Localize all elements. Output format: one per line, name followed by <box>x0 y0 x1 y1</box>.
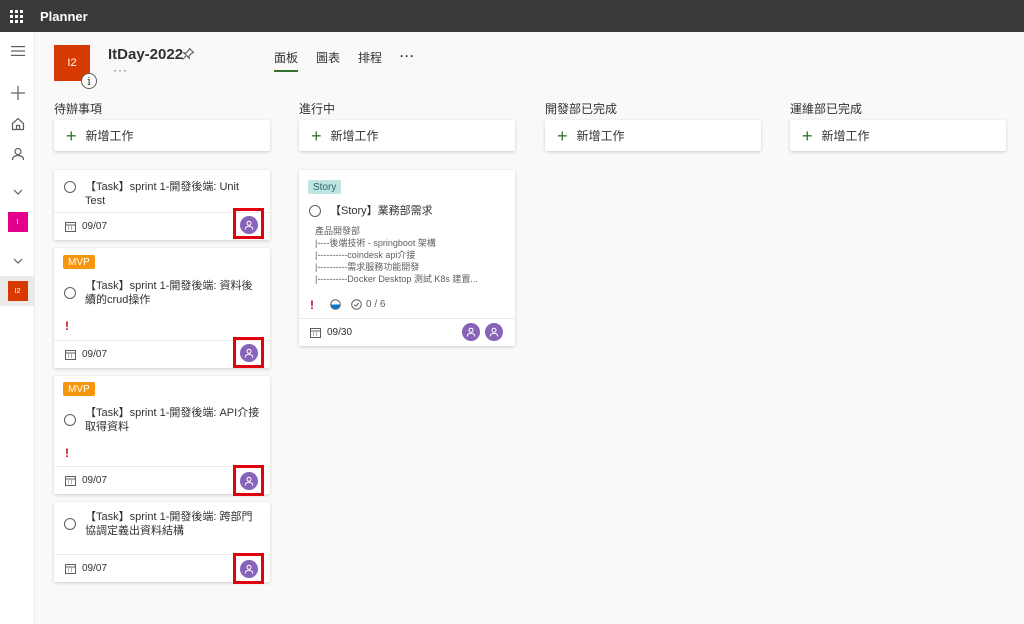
task-title: 【Task】sprint 1-開發後端: Unit Test <box>85 181 240 207</box>
plus-icon: + <box>802 125 813 146</box>
due-date: 09/07 <box>82 349 108 360</box>
hamburger-icon[interactable] <box>0 36 35 66</box>
plan-header: I2 i ItDay-2022 ··· 面板 圖表 排程 ··· <box>35 32 1024 90</box>
complete-checkbox[interactable] <box>309 205 321 217</box>
pin-icon[interactable] <box>181 47 195 64</box>
avatar[interactable] <box>240 560 258 578</box>
bucket-ops-done: 運維部已完成 + 新增工作 <box>790 90 1006 151</box>
add-task-label: 新增工作 <box>85 129 134 143</box>
complete-checkbox[interactable] <box>64 518 76 530</box>
label-chip: MVP <box>63 382 95 396</box>
priority-icon: ! <box>65 319 69 333</box>
left-rail: I I2 <box>0 32 35 624</box>
add-task-button[interactable]: + 新增工作 <box>790 120 1006 151</box>
plus-icon: + <box>311 125 322 146</box>
tab-schedule[interactable]: 排程 <box>358 49 382 72</box>
plan-more-button[interactable]: ··· <box>113 63 128 77</box>
checklist-status: 0 / 6 <box>351 299 385 310</box>
home-icon[interactable] <box>0 109 35 139</box>
due-date: 09/07 <box>82 563 108 574</box>
description-line: |----------coindesk api介接 <box>315 250 416 260</box>
task-card[interactable]: MVP 【Task】sprint 1-開發後端: API介接取得資料 ! 09/… <box>54 376 270 496</box>
add-task-label: 新增工作 <box>330 129 379 143</box>
view-tabs: 面板 圖表 排程 ··· <box>274 49 415 72</box>
app-title[interactable]: Planner <box>40 9 88 24</box>
avatar[interactable] <box>240 216 258 234</box>
bucket-in-progress: 進行中 + 新增工作 <box>299 90 515 151</box>
plan-title: ItDay-2022 <box>108 46 184 63</box>
add-task-button[interactable]: + 新增工作 <box>54 120 270 151</box>
calendar-icon <box>310 327 321 341</box>
label-chip: Story <box>308 180 342 194</box>
avatar[interactable] <box>485 323 503 341</box>
bucket-todo: 待辦事項 + 新增工作 <box>54 90 270 151</box>
tab-charts[interactable]: 圖表 <box>316 49 340 72</box>
task-description: 產品開發部 |----後端技術 - springboot 架構 |-------… <box>315 225 507 285</box>
due-date: 09/07 <box>82 221 108 232</box>
description-line: 產品開發部 <box>315 226 361 236</box>
plus-icon[interactable] <box>0 78 35 108</box>
complete-checkbox[interactable] <box>64 181 76 193</box>
card-footer: 09/30 <box>299 318 515 346</box>
checklist-icon <box>351 299 362 310</box>
plan-tile-initials: I <box>7 212 28 232</box>
info-icon[interactable]: i <box>81 73 97 89</box>
calendar-icon <box>65 475 76 489</box>
task-title: 【Task】sprint 1-開發後端: 資料後續的crud操作 <box>85 280 253 306</box>
complete-checkbox[interactable] <box>64 414 76 426</box>
task-card[interactable]: 【Task】sprint 1-開發後端: 跨部門協調定義出資料結構 09/07 <box>54 502 270 584</box>
task-card[interactable]: Story 【Story】業務部需求 產品開發部 |----後端技術 - spr… <box>299 170 515 346</box>
avatar[interactable] <box>240 344 258 362</box>
checklist-count: 0 / 6 <box>366 299 386 310</box>
task-title: 【Task】sprint 1-開發後端: API介接取得資料 <box>85 407 260 433</box>
priority-icon: ! <box>310 298 314 312</box>
tab-board[interactable]: 面板 <box>274 49 299 72</box>
calendar-icon <box>65 563 76 577</box>
description-line: |----------需求服務功能開發 <box>315 262 420 272</box>
label-chip: MVP <box>63 255 95 269</box>
bucket-title[interactable]: 開發部已完成 <box>545 90 761 120</box>
progress-half-icon <box>330 299 341 313</box>
person-icon[interactable] <box>0 139 35 169</box>
plan-tile-initials: I2 <box>7 281 28 301</box>
task-title: 【Story】業務部需求 <box>330 205 433 217</box>
add-task-label: 新增工作 <box>821 129 870 143</box>
add-task-button[interactable]: + 新增工作 <box>299 120 515 151</box>
due-date: 09/07 <box>82 475 108 486</box>
bucket-title[interactable]: 進行中 <box>299 90 515 120</box>
task-card[interactable]: 【Task】sprint 1-開發後端: Unit Test 09/07 <box>54 170 270 240</box>
bucket-title[interactable]: 運維部已完成 <box>790 90 1006 120</box>
plus-icon: + <box>557 125 568 146</box>
plus-icon: + <box>66 125 77 146</box>
task-card[interactable]: MVP 【Task】sprint 1-開發後端: 資料後續的crud操作 ! 0… <box>54 248 270 368</box>
complete-checkbox[interactable] <box>64 287 76 299</box>
due-date: 09/30 <box>327 327 353 338</box>
plan-tile-i[interactable]: I <box>0 207 35 237</box>
plan-tile-i2[interactable]: I2 <box>0 276 35 306</box>
description-line: |----------Docker Desktop 測試 K8s 建置... <box>315 274 478 284</box>
bucket-dev-done: 開發部已完成 + 新增工作 <box>545 90 761 151</box>
bucket-title[interactable]: 待辦事項 <box>54 90 270 120</box>
avatar[interactable] <box>462 323 480 341</box>
app-launcher-icon[interactable] <box>0 0 32 32</box>
chevron-down-icon[interactable] <box>0 246 35 276</box>
description-line: |----後端技術 - springboot 架構 <box>315 238 436 248</box>
priority-icon: ! <box>65 446 69 460</box>
calendar-icon <box>65 349 76 363</box>
task-title: 【Task】sprint 1-開發後端: 跨部門協調定義出資料結構 <box>85 511 253 537</box>
top-bar: Planner <box>0 0 1024 32</box>
avatar[interactable] <box>240 472 258 490</box>
tabs-more-button[interactable]: ··· <box>400 49 415 72</box>
add-task-button[interactable]: + 新增工作 <box>545 120 761 151</box>
chevron-down-icon[interactable] <box>0 177 35 207</box>
calendar-icon <box>65 221 76 235</box>
add-task-label: 新增工作 <box>576 129 625 143</box>
